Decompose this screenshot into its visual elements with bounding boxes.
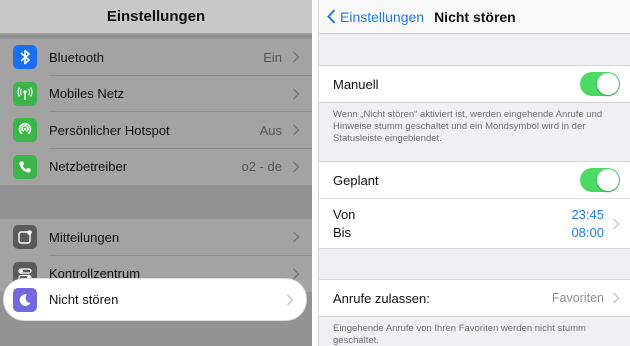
chevron-right-icon (286, 293, 294, 306)
chevron-right-icon (292, 268, 300, 280)
settings-item-value: Aus (259, 122, 282, 138)
back-button[interactable]: Einstellungen (319, 9, 424, 25)
scheduled-section: Geplant Von Bis 23:45 08:00 (319, 161, 630, 249)
settings-item-label: Mitteilungen (49, 229, 120, 245)
allow-calls-section: Anrufe zulassen: Favoriten (319, 279, 630, 317)
settings-panel: Einstellungen Bluetooth Ein Mobiles Netz… (0, 0, 312, 346)
cellular-icon (13, 81, 37, 106)
page-title: Nicht stören (434, 8, 516, 25)
settings-group-network: Bluetooth Ein Mobiles Netz Persönlicher … (0, 39, 312, 185)
manual-label: Manuell (333, 76, 379, 92)
settings-item-bluetooth[interactable]: Bluetooth Ein (0, 39, 312, 76)
allow-calls-value: Favoriten (551, 291, 604, 305)
settings-navbar: Einstellungen (0, 0, 312, 34)
settings-item-label: Nicht stören (49, 292, 119, 307)
chevron-right-icon (292, 231, 300, 243)
hotspot-icon (13, 118, 37, 143)
do-not-disturb-panel: Einstellungen Nicht stören Manuell Wenn … (318, 0, 630, 346)
allow-calls-footnote: Eingehende Anrufe von Ihren Favoriten we… (333, 323, 586, 346)
settings-item-value: o2 - de (241, 159, 282, 175)
settings-item-do-not-disturb[interactable]: Nicht stören (4, 279, 306, 320)
allow-calls-label: Anrufe zulassen: (333, 290, 430, 306)
manual-toggle[interactable] (580, 72, 620, 96)
manual-section: Manuell (319, 65, 630, 103)
dnd-navbar: Einstellungen Nicht stören (319, 0, 630, 34)
scheduled-toggle[interactable] (580, 168, 620, 192)
scheduled-row: Geplant (319, 162, 630, 198)
notifications-icon (13, 225, 37, 250)
to-label: Bis (333, 224, 352, 240)
page-title: Einstellungen (106, 8, 206, 25)
settings-item-label: Persönlicher Hotspot (49, 122, 170, 138)
from-label: Von (333, 206, 356, 222)
from-time: 23:45 (571, 206, 604, 222)
schedule-time-labels: Von Bis (333, 206, 571, 242)
settings-item-notifications[interactable]: Mitteilungen (0, 219, 312, 256)
settings-item-carrier[interactable]: Netzbetreiber o2 - de (0, 149, 312, 186)
chevron-right-icon (612, 292, 620, 304)
chevron-right-icon (292, 161, 300, 173)
settings-item-label: Mobiles Netz (49, 86, 125, 102)
chevron-left-icon (327, 9, 336, 24)
chevron-right-icon (292, 88, 300, 100)
settings-item-hotspot[interactable]: Persönlicher Hotspot Aus (0, 112, 312, 149)
manual-footnote: Wenn „Nicht stören“ aktiviert ist, werde… (333, 109, 603, 144)
phone-icon (13, 154, 37, 179)
settings-item-value: Ein (263, 49, 282, 65)
scheduled-label: Geplant (333, 172, 379, 188)
moon-icon (13, 287, 37, 312)
settings-item-label: Bluetooth (49, 49, 104, 65)
to-time: 08:00 (571, 224, 604, 240)
allow-calls-row[interactable]: Anrufe zulassen: Favoriten (319, 280, 630, 316)
settings-item-label: Netzbetreiber (49, 159, 128, 175)
schedule-time-values: 23:45 08:00 (571, 206, 604, 242)
settings-item-mobile[interactable]: Mobiles Netz (0, 76, 312, 112)
bluetooth-icon (13, 45, 37, 70)
manual-row: Manuell (319, 66, 630, 102)
schedule-time-row[interactable]: Von Bis 23:45 08:00 (319, 198, 630, 248)
back-button-label: Einstellungen (340, 8, 425, 25)
chevron-right-icon (292, 124, 300, 136)
chevron-right-icon (612, 217, 620, 230)
chevron-right-icon (292, 51, 300, 63)
